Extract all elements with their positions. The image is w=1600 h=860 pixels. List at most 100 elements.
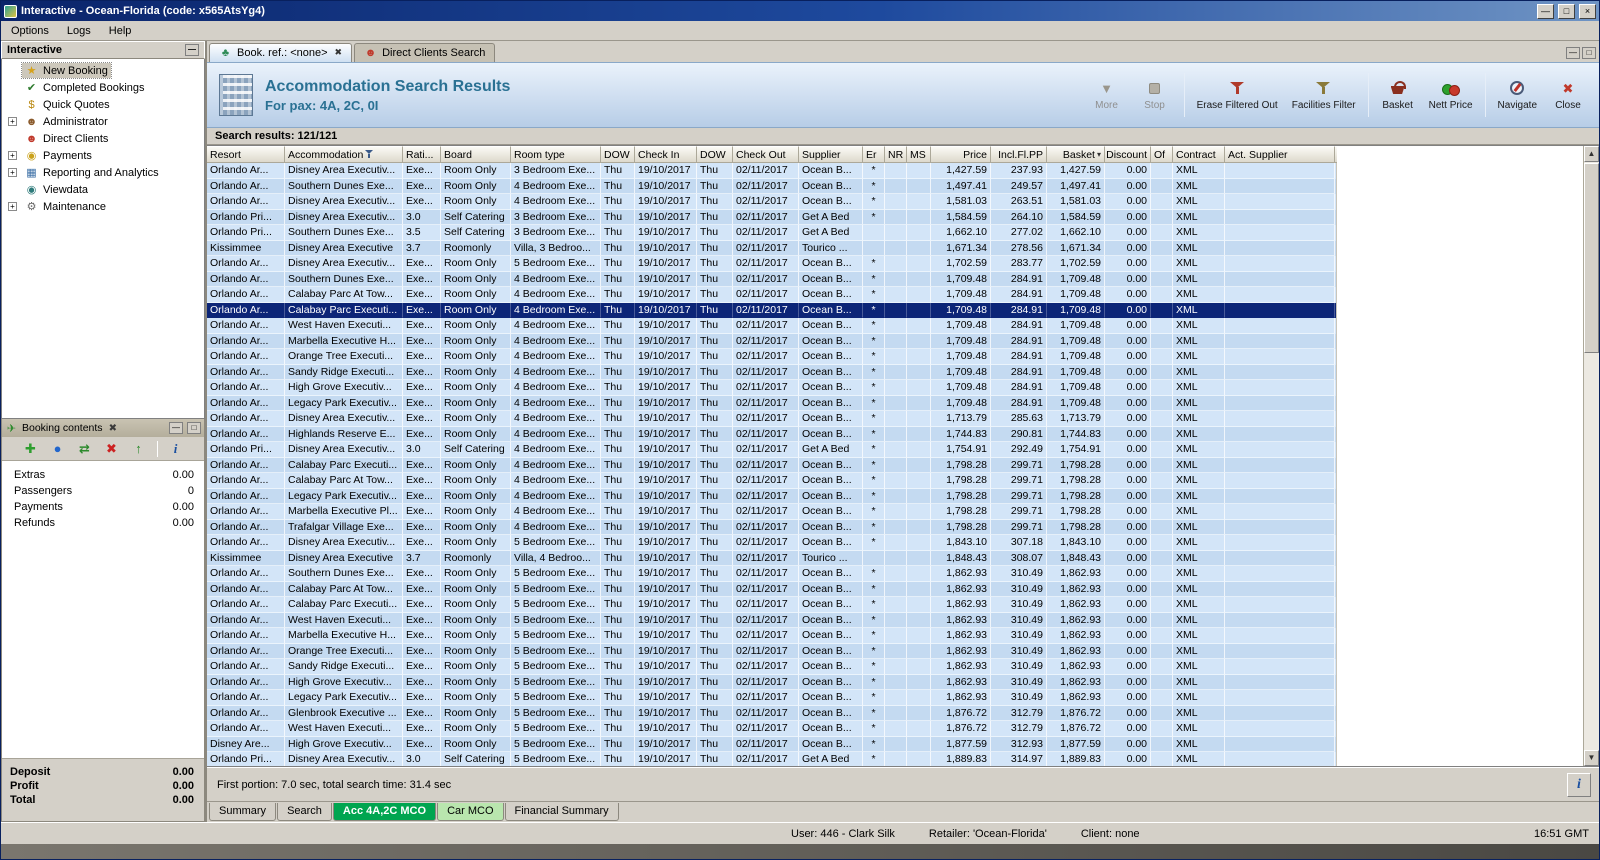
column-header-of[interactable]: Of	[1151, 146, 1173, 163]
table-row[interactable]: Orlando Pri... Disney Area Executiv... 3.0…	[207, 442, 1336, 458]
table-row[interactable]: Orlando Pri... Disney Area Executiv... 3.0…	[207, 752, 1336, 766]
table-row[interactable]: Orlando Ar... West Haven Executi... Exe...…	[207, 612, 1336, 628]
menu-options[interactable]: Options	[2, 23, 58, 39]
toolbar-button-facilities-filter[interactable]: Facilities Filter	[1286, 71, 1362, 119]
table-row[interactable]: Orlando Ar... Disney Area Executiv... Exe.…	[207, 194, 1336, 210]
toolbar-button-basket[interactable]: Basket	[1375, 71, 1421, 119]
column-header-board[interactable]: Board	[441, 146, 511, 163]
column-header-dow[interactable]: DOW	[697, 146, 733, 163]
column-header-supplier[interactable]: Supplier	[799, 146, 863, 163]
tab-book-ref-none-[interactable]: ♣ Book. ref.: <none> ✖	[209, 43, 353, 62]
column-header-rati-[interactable]: Rati...	[403, 146, 441, 163]
column-header-incl-fl-pp[interactable]: Incl.Fl.PP	[991, 146, 1047, 163]
table-row[interactable]: Orlando Ar... Trafalgar Village Exe... Exe…	[207, 519, 1336, 535]
column-header-act-supplier[interactable]: Act. Supplier	[1225, 146, 1335, 163]
table-row[interactable]: Orlando Ar... Calabay Parc At Tow... Exe..…	[207, 581, 1336, 597]
table-row[interactable]: Orlando Ar... Southern Dunes Exe... Exe...…	[207, 566, 1336, 582]
sidebar-item-reporting-and-analytics[interactable]: + ▦ Reporting and Analytics	[2, 164, 204, 181]
table-row[interactable]: Orlando Ar... High Grove Executiv... Exe..…	[207, 674, 1336, 690]
sidebar-item-completed-bookings[interactable]: ✔ Completed Bookings	[2, 79, 204, 96]
add-icon[interactable]: ✚	[22, 441, 40, 457]
column-header-ms[interactable]: MS	[907, 146, 931, 163]
scroll-up-icon[interactable]: ▲	[1584, 146, 1599, 162]
menu-logs[interactable]: Logs	[58, 23, 100, 39]
column-header-contract[interactable]: Contract	[1173, 146, 1225, 163]
tab-direct-clients-search[interactable]: ☻ Direct Clients Search	[354, 43, 496, 62]
table-row[interactable]: Disney Are... High Grove Executiv... Exe..…	[207, 736, 1336, 752]
bottom-tab-financial-summary[interactable]: Financial Summary	[504, 803, 619, 821]
column-header-room-type[interactable]: Room type	[511, 146, 601, 163]
column-header-discount[interactable]: Discount	[1105, 146, 1151, 163]
table-row[interactable]: Orlando Ar... West Haven Executi... Exe...…	[207, 318, 1336, 334]
table-row[interactable]: Orlando Ar... Sandy Ridge Executi... Exe..…	[207, 659, 1336, 675]
column-header-dow[interactable]: DOW	[601, 146, 635, 163]
column-header-basket[interactable]: Basket ▾	[1047, 146, 1105, 163]
sidebar-item-payments[interactable]: + ◉ Payments	[2, 147, 204, 164]
column-header-check-out[interactable]: Check Out	[733, 146, 799, 163]
table-row[interactable]: Orlando Ar... Disney Area Executiv... Exe.…	[207, 256, 1336, 272]
menu-help[interactable]: Help	[100, 23, 141, 39]
table-row[interactable]: Orlando Ar... Orange Tree Executi... Exe..…	[207, 643, 1336, 659]
table-row[interactable]: Orlando Ar... Disney Area Executiv... Exe.…	[207, 163, 1336, 179]
info-button[interactable]: i	[1567, 772, 1591, 797]
sidebar-item-maintenance[interactable]: + ⚙ Maintenance	[2, 198, 204, 215]
booking-contents-minimize-icon[interactable]: —	[169, 422, 183, 434]
table-row[interactable]: Orlando Ar... Highlands Reserve E... Exe..…	[207, 426, 1336, 442]
table-row[interactable]: Orlando Ar... Calabay Parc At Tow... Exe..…	[207, 287, 1336, 303]
table-row[interactable]: Orlando Ar... West Haven Executi... Exe...…	[207, 721, 1336, 737]
scroll-down-icon[interactable]: ▼	[1584, 750, 1599, 766]
sidebar-item-new-booking[interactable]: ★ New Booking	[2, 62, 204, 79]
expand-icon[interactable]: +	[8, 202, 17, 211]
table-row[interactable]: Orlando Ar... Calabay Parc At Tow... Exe..…	[207, 473, 1336, 489]
bottom-tab-car-mco[interactable]: Car MCO	[437, 803, 504, 821]
sidebar-item-viewdata[interactable]: ◉ Viewdata	[2, 181, 204, 198]
table-row[interactable]: Orlando Ar... Legacy Park Executiv... Exe.…	[207, 690, 1336, 706]
info-icon[interactable]: i	[167, 441, 185, 457]
bottom-tab-summary[interactable]: Summary	[209, 803, 277, 821]
maximize-icon[interactable]: □	[1558, 3, 1575, 19]
booking-contents-maximize-icon[interactable]: □	[187, 422, 201, 434]
mdi-restore-icon[interactable]: □	[1582, 46, 1596, 59]
booking-contents-close-icon[interactable]: ✖	[107, 423, 119, 434]
toolbar-button-nett-price[interactable]: Nett Price	[1423, 71, 1479, 119]
table-row[interactable]: Orlando Ar... Disney Area Executiv... Exe.…	[207, 535, 1336, 551]
tab-close-icon[interactable]: ✖	[335, 47, 343, 58]
sidebar-item-administrator[interactable]: + ☻ Administrator	[2, 113, 204, 130]
expand-icon[interactable]: +	[8, 151, 17, 160]
table-row[interactable]: Orlando Ar... Marbella Executive H... Exe.…	[207, 333, 1336, 349]
toolbar-button-navigate[interactable]: Navigate	[1492, 71, 1543, 119]
transfer-icon[interactable]: ⇄	[76, 441, 94, 457]
toolbar-button-close[interactable]: ✖ Close	[1545, 71, 1591, 119]
filter-funnel-icon[interactable]	[365, 150, 374, 159]
table-row[interactable]: Orlando Ar... High Grove Executiv... Exe..…	[207, 380, 1336, 396]
vertical-scrollbar[interactable]: ▲ ▼	[1583, 146, 1599, 766]
table-row[interactable]: Orlando Ar... Southern Dunes Exe... Exe...…	[207, 178, 1336, 194]
table-row[interactable]: Kissimmee Disney Area Executive 3.7 Roomonl…	[207, 550, 1336, 566]
bottom-tab-acc-4a-2c-mco[interactable]: Acc 4A,2C MCO	[332, 803, 437, 821]
delete-icon[interactable]: ✖	[103, 441, 121, 457]
column-header-nr[interactable]: NR	[885, 146, 907, 163]
table-row[interactable]: Kissimmee Disney Area Executive 3.7 Roomonl…	[207, 240, 1336, 256]
column-header-accommodation[interactable]: Accommodation	[285, 146, 403, 163]
table-row[interactable]: Orlando Ar... Glenbrook Executive ... Exe.…	[207, 705, 1336, 721]
table-row[interactable]: Orlando Ar... Disney Area Executiv... Exe.…	[207, 411, 1336, 427]
table-row[interactable]: Orlando Ar... Legacy Park Executiv... Exe.…	[207, 395, 1336, 411]
expand-icon[interactable]: +	[8, 117, 17, 126]
sidebar-collapse-icon[interactable]: —	[185, 44, 199, 56]
column-header-resort[interactable]: Resort	[207, 146, 285, 163]
sidebar-item-quick-quotes[interactable]: $ Quick Quotes	[2, 96, 204, 113]
table-row[interactable]: Orlando Pri... Disney Area Executiv... 3.0…	[207, 209, 1336, 225]
table-row[interactable]: Orlando Ar... Marbella Executive Pl... Exe…	[207, 504, 1336, 520]
table-row[interactable]: Orlando Pri... Southern Dunes Exe... 3.5 Se…	[207, 225, 1336, 241]
minimize-icon[interactable]: —	[1537, 3, 1554, 19]
table-row[interactable]: Orlando Ar... Marbella Executive H... Exe.…	[207, 628, 1336, 644]
table-row[interactable]: Orlando Ar... Sandy Ridge Executi... Exe..…	[207, 364, 1336, 380]
scrollbar-thumb[interactable]	[1584, 163, 1599, 353]
export-icon[interactable]: ↑	[130, 441, 148, 456]
globe-icon[interactable]: ●	[49, 441, 67, 456]
column-header-check-in[interactable]: Check In	[635, 146, 697, 163]
bottom-tab-search[interactable]: Search	[277, 803, 332, 821]
scrollbar-track[interactable]	[1584, 353, 1599, 750]
column-header-price[interactable]: Price	[931, 146, 991, 163]
expand-icon[interactable]: +	[8, 168, 17, 177]
